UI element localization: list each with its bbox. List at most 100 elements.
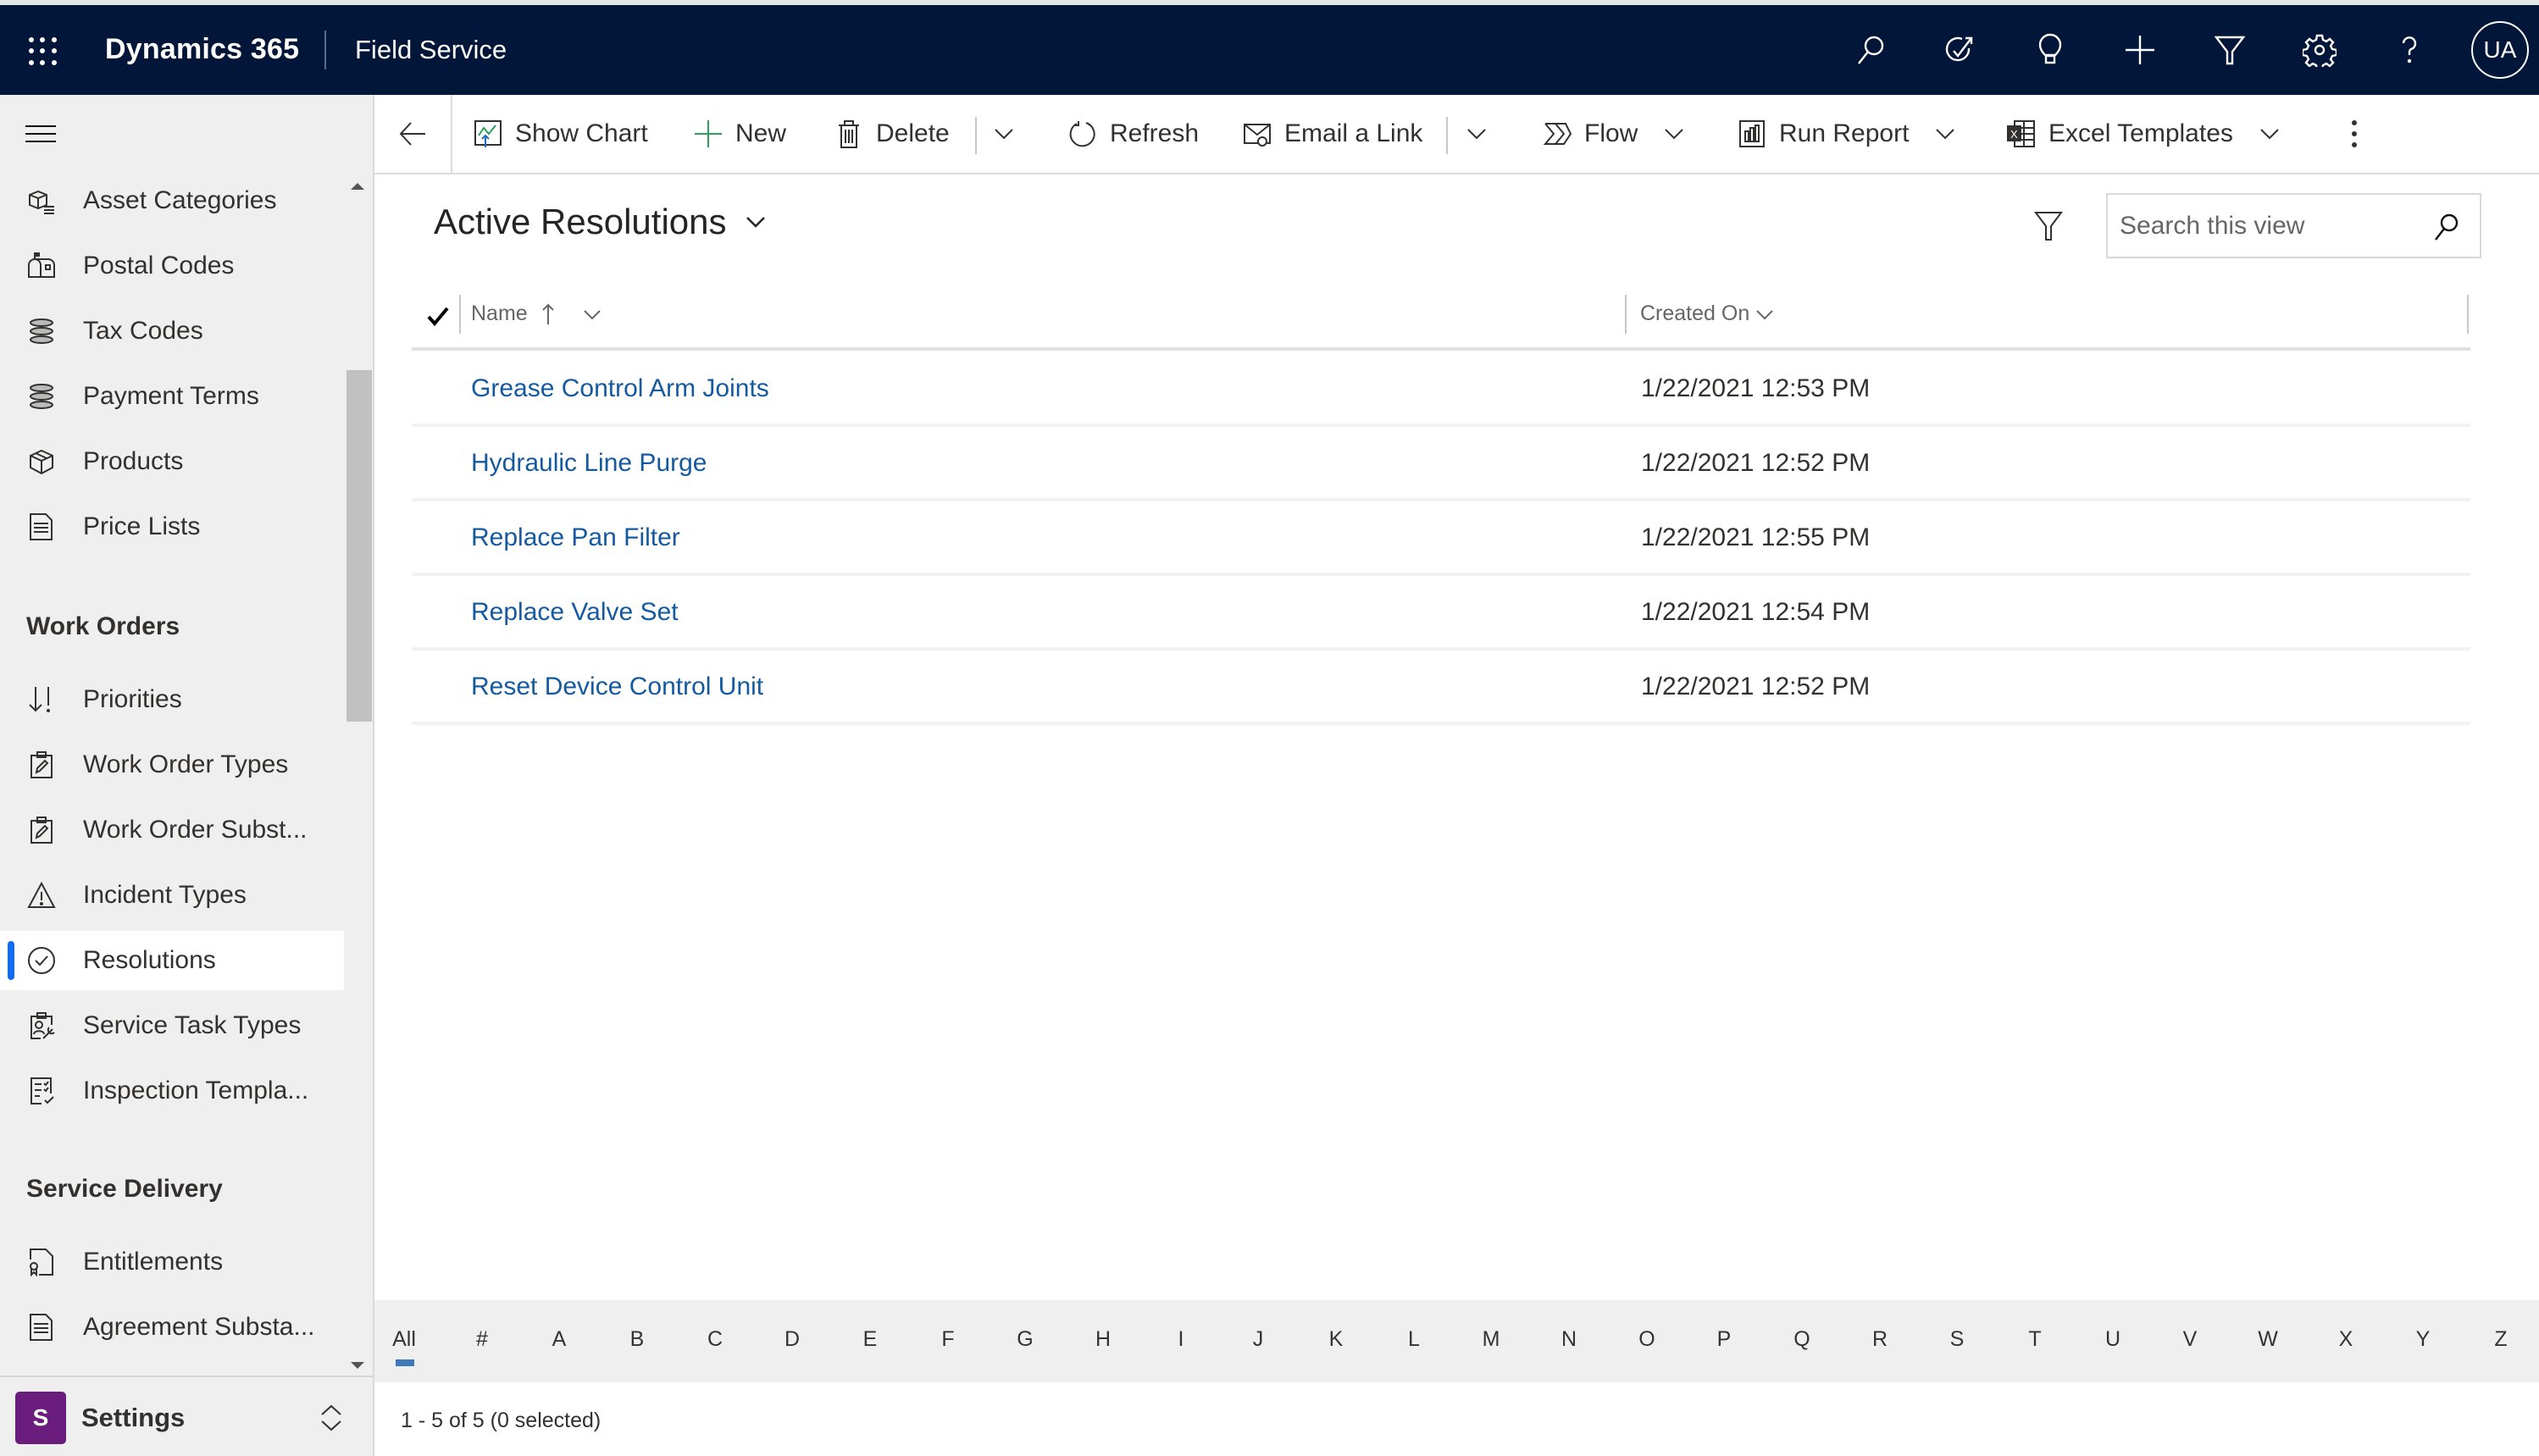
filter-icon[interactable]: [2185, 5, 2275, 95]
column-header-created-on[interactable]: Created On: [1640, 302, 1775, 326]
search-icon[interactable]: [2431, 212, 2461, 242]
flow-button[interactable]: Flow: [1542, 95, 1697, 173]
sidebar-item-work-order-substatuses[interactable]: Work Order Subst...: [0, 800, 344, 860]
excel-templates-button[interactable]: X Excel Templates: [2006, 95, 2292, 173]
alphabet-filter-r[interactable]: R: [1863, 1327, 1897, 1352]
app-name[interactable]: Dynamics 365: [105, 33, 299, 66]
scroll-up-arrow-icon[interactable]: [351, 183, 364, 190]
alphabet-filter-z[interactable]: Z: [2484, 1327, 2518, 1352]
plus-icon[interactable]: [2095, 5, 2185, 95]
sidebar-item-agreement-substatuses[interactable]: Agreement Substa...: [0, 1298, 344, 1357]
back-button[interactable]: [374, 95, 452, 173]
sidebar-item-price-lists[interactable]: Price Lists: [0, 497, 344, 556]
sidebar-group-work-orders: Work Orders: [26, 612, 180, 640]
more-delete-options-button[interactable]: [993, 95, 1015, 173]
alphabet-filter-o[interactable]: O: [1630, 1327, 1664, 1352]
help-icon[interactable]: [2364, 5, 2454, 95]
alphabet-filter-b[interactable]: B: [620, 1327, 654, 1352]
alphabet-filter-hash[interactable]: #: [465, 1327, 499, 1352]
sidebar-item-service-task-types[interactable]: Service Task Types: [0, 996, 344, 1055]
sort-ascending-icon: [541, 303, 554, 324]
column-separator: [459, 295, 461, 334]
table-row[interactable]: Hydraulic Line Purge 1/22/2021 12:52 PM: [412, 427, 2470, 501]
new-button[interactable]: New: [693, 95, 786, 173]
table-row[interactable]: Reset Device Control Unit 1/22/2021 12:5…: [412, 650, 2470, 725]
chevron-down-icon: [2260, 129, 2279, 140]
alphabet-filter-v[interactable]: V: [2173, 1327, 2207, 1352]
alphabet-filter-all[interactable]: All: [387, 1327, 421, 1366]
search-input[interactable]: [2120, 211, 2425, 241]
app-launcher-icon[interactable]: [29, 37, 58, 66]
resolution-name-link[interactable]: Replace Valve Set: [471, 598, 679, 627]
run-report-button[interactable]: Run Report: [1737, 95, 1968, 173]
sidebar-item-payment-terms[interactable]: Payment Terms: [0, 367, 344, 426]
view-selector[interactable]: Active Resolutions: [434, 202, 768, 242]
sidebar-scroll-thumb[interactable]: [346, 370, 372, 722]
show-chart-button[interactable]: Show Chart: [473, 95, 648, 173]
alphabet-filter-x[interactable]: X: [2329, 1327, 2363, 1352]
sidebar-item-tax-codes[interactable]: Tax Codes: [0, 302, 344, 361]
scroll-down-arrow-icon[interactable]: [351, 1362, 364, 1369]
task-flow-icon[interactable]: [1915, 5, 2005, 95]
sidebar-scrollbar[interactable]: [344, 168, 373, 1455]
checklist-icon: [27, 1077, 56, 1105]
table-row[interactable]: Replace Pan Filter 1/22/2021 12:55 PM: [412, 501, 2470, 576]
sidebar-item-work-order-types[interactable]: Work Order Types: [0, 735, 344, 794]
hamburger-menu-icon[interactable]: [25, 125, 56, 142]
document-list-icon: [27, 512, 56, 541]
alphabet-filter-l[interactable]: L: [1397, 1327, 1431, 1352]
alphabet-filter-k[interactable]: K: [1319, 1327, 1353, 1352]
sidebar-item-products[interactable]: Products: [0, 432, 344, 491]
delete-button[interactable]: Delete: [834, 95, 950, 173]
alphabet-filter-g[interactable]: G: [1008, 1327, 1042, 1352]
sidebar-item-inspection-templates[interactable]: Inspection Templa...: [0, 1061, 344, 1121]
refresh-button[interactable]: Refresh: [1067, 95, 1199, 173]
resolution-name-link[interactable]: Grease Control Arm Joints: [471, 374, 769, 403]
search-this-view[interactable]: [2106, 193, 2481, 258]
sidebar-item-entitlements[interactable]: Entitlements: [0, 1232, 344, 1292]
resolution-name-link[interactable]: Hydraulic Line Purge: [471, 449, 707, 478]
lightbulb-icon[interactable]: [2005, 5, 2095, 95]
alphabet-filter-j[interactable]: J: [1241, 1327, 1275, 1352]
alphabet-filter-a[interactable]: A: [542, 1327, 576, 1352]
area-name[interactable]: Field Service: [355, 35, 507, 65]
alphabet-filter-s[interactable]: S: [1940, 1327, 1974, 1352]
sidebar-item-postal-codes[interactable]: Postal Codes: [0, 236, 344, 296]
sidebar-item-priorities[interactable]: Priorities: [0, 670, 344, 729]
alphabet-filter-t[interactable]: T: [2018, 1327, 2052, 1352]
alphabet-filter-w[interactable]: W: [2251, 1327, 2285, 1352]
gear-icon[interactable]: [2275, 5, 2364, 95]
more-commands-button[interactable]: [2342, 95, 2367, 173]
alphabet-filter-q[interactable]: Q: [1785, 1327, 1819, 1352]
resolution-name-link[interactable]: Replace Pan Filter: [471, 523, 680, 552]
sidebar-item-resolutions[interactable]: Resolutions: [0, 931, 344, 990]
area-switcher[interactable]: S Settings: [0, 1379, 373, 1456]
new-label: New: [735, 119, 787, 147]
alphabet-filter-i[interactable]: I: [1164, 1327, 1198, 1352]
column-header-name[interactable]: Name: [471, 302, 602, 326]
select-all-checkbox[interactable]: [425, 303, 459, 337]
sidebar-item-label: Incident Types: [83, 881, 247, 909]
user-avatar[interactable]: UA: [2471, 21, 2529, 79]
table-row[interactable]: Replace Valve Set 1/22/2021 12:54 PM: [412, 576, 2470, 650]
sidebar-item-label: Entitlements: [83, 1248, 224, 1276]
sidebar-item-asset-categories[interactable]: Asset Categories: [0, 171, 344, 230]
alphabet-filter-d[interactable]: D: [775, 1327, 809, 1352]
resolution-name-link[interactable]: Reset Device Control Unit: [471, 673, 763, 701]
table-row[interactable]: Grease Control Arm Joints 1/22/2021 12:5…: [412, 352, 2470, 427]
sidebar-item-incident-types[interactable]: Incident Types: [0, 866, 344, 925]
alphabet-filter-f[interactable]: F: [931, 1327, 965, 1352]
more-email-options-button[interactable]: [1466, 95, 1488, 173]
alphabet-filter-n[interactable]: N: [1552, 1327, 1586, 1352]
edit-filters-button[interactable]: [2033, 210, 2064, 242]
alphabet-filter-e[interactable]: E: [853, 1327, 887, 1352]
alphabet-filter-m[interactable]: M: [1474, 1327, 1508, 1352]
box-icon: [27, 447, 56, 476]
search-icon[interactable]: [1826, 5, 1915, 95]
alphabet-filter-c[interactable]: C: [698, 1327, 732, 1352]
email-link-button[interactable]: Email a Link: [1242, 95, 1422, 173]
alphabet-filter-y[interactable]: Y: [2406, 1327, 2440, 1352]
alphabet-filter-p[interactable]: P: [1707, 1327, 1741, 1352]
alphabet-filter-h[interactable]: H: [1086, 1327, 1120, 1352]
alphabet-filter-u[interactable]: U: [2096, 1327, 2130, 1352]
